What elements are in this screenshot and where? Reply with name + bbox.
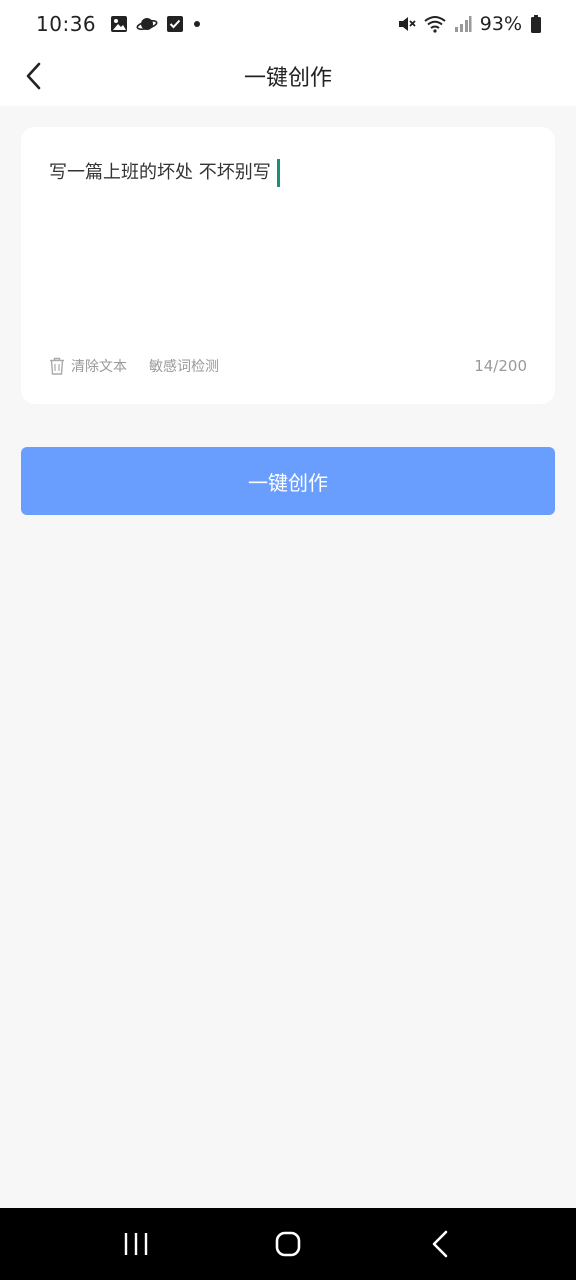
system-nav-bar bbox=[0, 1208, 576, 1280]
dot-icon bbox=[192, 19, 202, 29]
status-left: 10:36 bbox=[36, 12, 202, 36]
battery-percent: 93% bbox=[479, 13, 522, 35]
signal-icon bbox=[454, 16, 472, 32]
prompt-text: 写一篇上班的坏处 不坏别写 bbox=[49, 162, 271, 183]
trash-icon bbox=[50, 357, 64, 375]
clear-text-button[interactable]: 清除文本 bbox=[49, 356, 127, 376]
planet-icon bbox=[136, 15, 158, 33]
editor-card: 写一篇上班的坏处 不坏别写 清除文本 敏感词检测 14/200 bbox=[21, 127, 555, 404]
recents-button[interactable] bbox=[106, 1214, 166, 1274]
checkbox-icon bbox=[166, 15, 184, 33]
page-title: 一键创作 bbox=[243, 66, 332, 91]
editor-footer: 清除文本 敏感词检测 14/200 bbox=[49, 355, 527, 377]
char-counter: 14/200 bbox=[474, 357, 527, 375]
back-icon bbox=[432, 1230, 448, 1258]
recents-icon bbox=[124, 1233, 148, 1255]
gallery-icon bbox=[110, 15, 128, 33]
status-bar: 10:36 93% bbox=[0, 0, 576, 48]
nav-back-button[interactable] bbox=[410, 1214, 470, 1274]
wifi-icon bbox=[424, 15, 446, 33]
battery-icon bbox=[530, 15, 542, 33]
sensitive-check-button[interactable]: 敏感词检测 bbox=[149, 356, 219, 376]
text-cursor bbox=[276, 159, 280, 187]
status-time: 10:36 bbox=[36, 12, 97, 36]
create-button[interactable]: 一键创作 bbox=[21, 447, 555, 515]
home-button[interactable] bbox=[258, 1214, 318, 1274]
home-icon bbox=[275, 1231, 301, 1257]
app-header: 一键创作 bbox=[0, 48, 576, 106]
prompt-textarea[interactable]: 写一篇上班的坏处 不坏别写 bbox=[49, 159, 527, 187]
mute-icon bbox=[396, 14, 416, 34]
clear-text-label: 清除文本 bbox=[71, 359, 127, 375]
status-right: 93% bbox=[396, 13, 542, 35]
